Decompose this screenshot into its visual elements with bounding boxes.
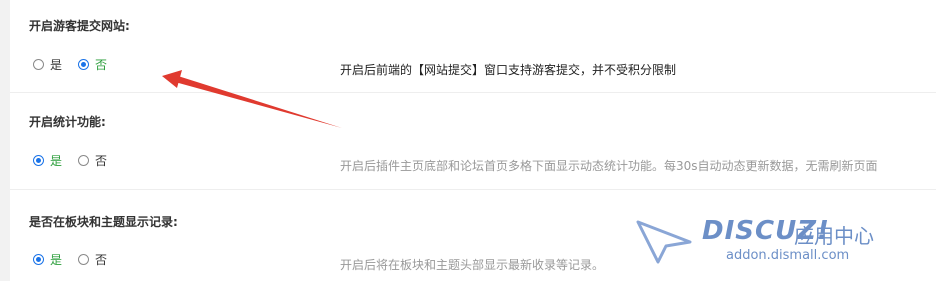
radio-yes-label[interactable]: 是 [50, 152, 62, 169]
watermark-tagline: 应用中心 [794, 224, 874, 248]
radio-yes[interactable] [33, 155, 44, 166]
radio-yes-label[interactable]: 是 [50, 56, 62, 73]
setting-description: 开启后将在板块和主题头部显示最新收录等记录。 [340, 258, 605, 272]
radio-group-guest-submit: 是 否 [33, 56, 123, 73]
setting-description: 开启后插件主页底部和论坛首页多格下面显示动态统计功能。每30s自动动态更新数据，… [340, 159, 878, 173]
setting-title: 是否在板块和主题显示记录: [29, 215, 178, 229]
discuz-watermark: DISCUZ! 应用中心 addon.dismall.com [628, 212, 928, 272]
cursor-logo-icon [636, 220, 692, 264]
setting-statistics: 开启统计功能: 是 否 开启后插件主页底部和论坛首页多格下面显示动态统计功能。每… [10, 92, 936, 190]
radio-no-label[interactable]: 否 [95, 251, 107, 268]
radio-yes[interactable] [33, 59, 44, 70]
radio-yes-label[interactable]: 是 [50, 251, 62, 268]
setting-title: 开启游客提交网站: [29, 19, 130, 33]
radio-no[interactable] [78, 59, 90, 70]
radio-group-show-records: 是 否 [33, 251, 123, 268]
radio-no[interactable] [78, 254, 90, 265]
radio-no[interactable] [78, 155, 90, 166]
watermark-url: addon.dismall.com [726, 248, 850, 263]
setting-description: 开启后前端的【网站提交】窗口支持游客提交，并不受积分限制 [340, 63, 677, 77]
setting-guest-submit: 开启游客提交网站: 是 否 开启后前端的【网站提交】窗口支持游客提交，并不受积分… [10, 0, 936, 92]
left-gutter [0, 0, 10, 281]
radio-yes[interactable] [33, 254, 44, 265]
setting-title: 开启统计功能: [29, 115, 106, 129]
radio-no-label[interactable]: 否 [95, 152, 107, 169]
radio-no-label[interactable]: 否 [95, 56, 107, 73]
radio-group-statistics: 是 否 [33, 152, 123, 169]
